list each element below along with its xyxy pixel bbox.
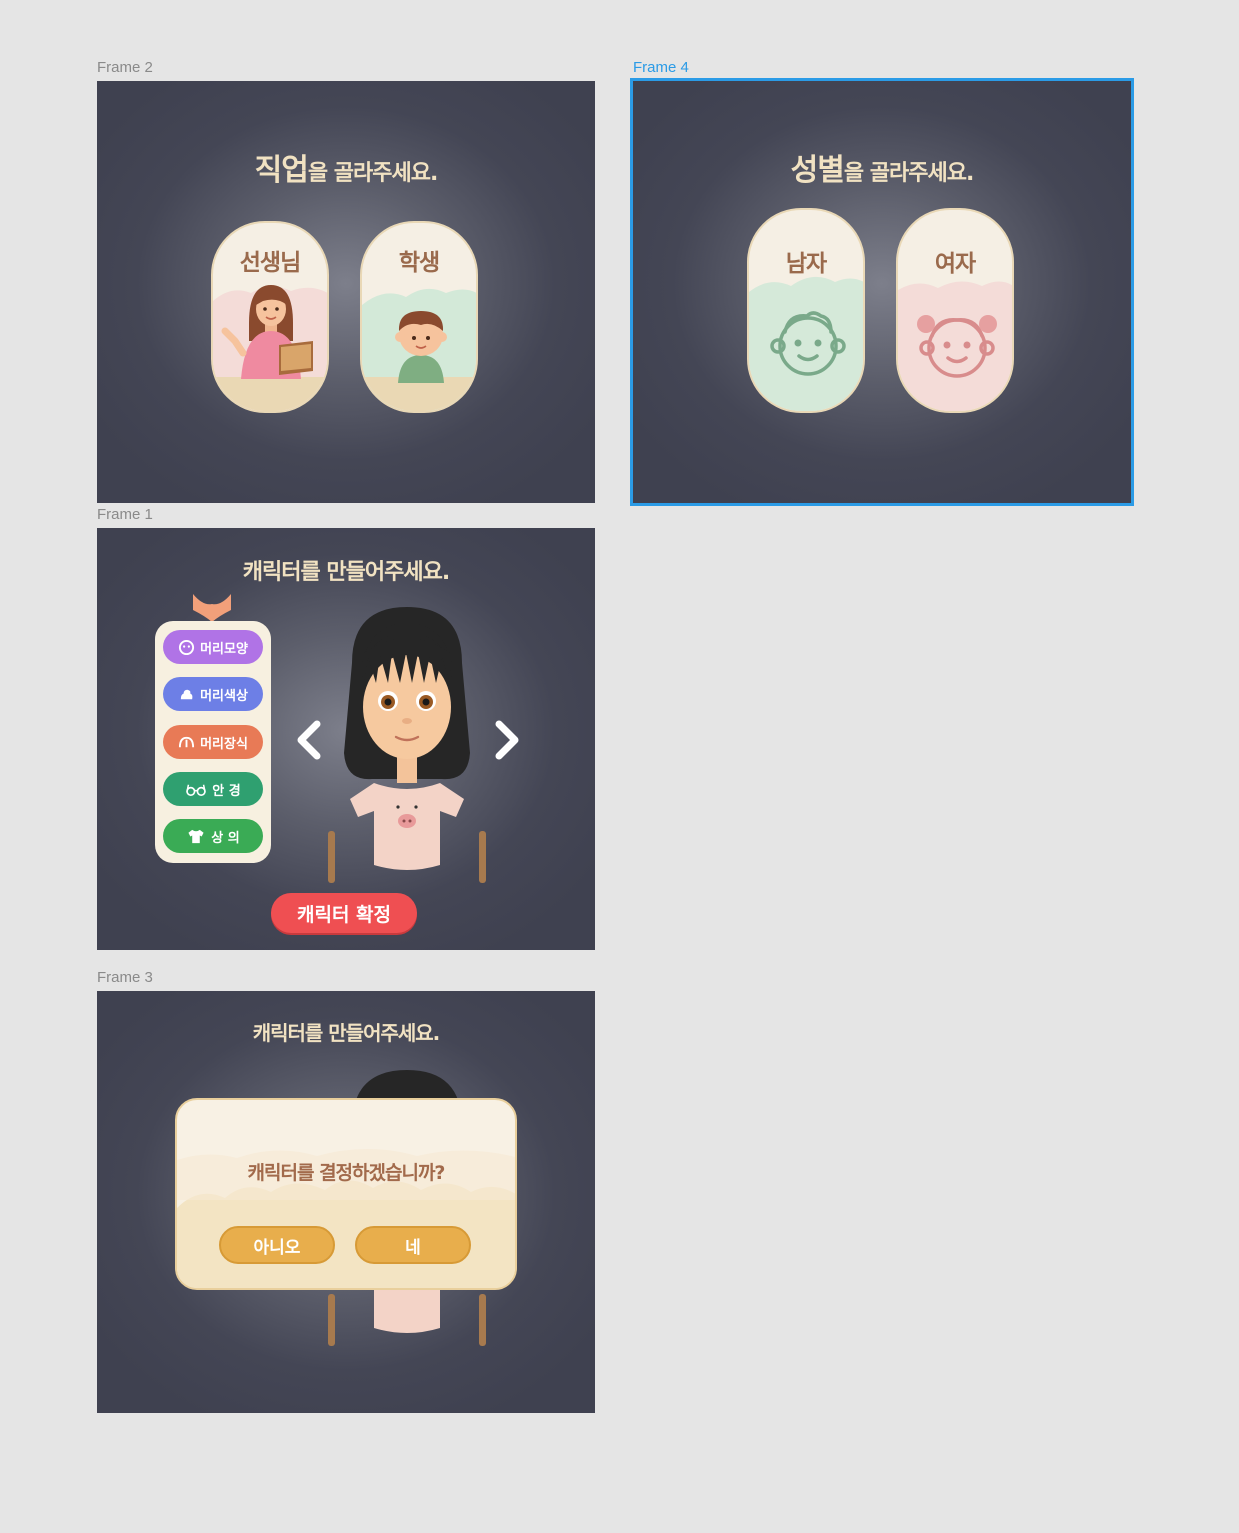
title-rest: 을 골라주세요. (843, 161, 974, 186)
hair-accessory-icon (179, 736, 195, 747)
menu-item-label: 안 경 (212, 783, 241, 799)
male-card[interactable]: 남자 (747, 208, 865, 413)
teacher-label: 선생님 (239, 250, 301, 276)
confirm-character-button[interactable]: 캐릭터 확정 (271, 893, 417, 933)
dialog-message: 캐릭터를 결정하겠습니까? (247, 1162, 446, 1184)
confirm-dialog-frame: 캐릭터를 만들어주세요. 캐릭터를 결정하겠습니까? 아니오 네 (97, 991, 595, 1413)
female-card[interactable]: 여자 (896, 208, 1014, 413)
menu-item-label: 머리모양 (200, 641, 248, 657)
page-title: 캐릭터를 만들어주세요. (242, 560, 450, 585)
ribbon-icon (193, 594, 231, 622)
customize-menu: 머리모양 머리색상 머리장식 안 경 상 의 (155, 621, 271, 863)
male-label: 남자 (785, 251, 827, 277)
female-label: 여자 (934, 251, 976, 277)
student-label: 학생 (398, 250, 440, 276)
frame-label: Frame 3 (97, 969, 153, 986)
confirm-dialog: 캐릭터를 결정하겠습니까? 아니오 네 (175, 1098, 517, 1290)
frame-label: Frame 4 (633, 59, 689, 76)
teacher-card[interactable]: 선생님 (211, 221, 329, 413)
menu-item-label: 상 의 (211, 830, 240, 846)
page-title: 직업을 골라주세요. (97, 145, 595, 189)
girl-face-icon (898, 281, 1012, 411)
hair-color-button[interactable]: 머리색상 (163, 677, 263, 711)
shirt-icon (188, 829, 204, 843)
character-create-frame: 캐릭터를 만들어주세요. 머리모양 머리색상 머리장식 안 경 상 의 캐릭터 … (97, 528, 595, 950)
chevron-left-icon[interactable] (293, 720, 323, 760)
title-emphasis: 직업 (254, 153, 309, 188)
boy-face-icon (749, 276, 863, 411)
hair-accessory-button[interactable]: 머리장식 (163, 725, 263, 759)
student-card[interactable]: 학생 (360, 221, 478, 413)
gender-select-frame: 성별을 골라주세요. 남자 여자 (630, 78, 1134, 506)
face-icon (179, 639, 195, 655)
glasses-button[interactable]: 안 경 (163, 772, 263, 806)
no-button[interactable]: 아니오 (219, 1226, 335, 1264)
job-select-frame: 직업을 골라주세요. 선생님 학생 (97, 81, 595, 503)
hair-style-button[interactable]: 머리모양 (163, 630, 263, 664)
page-title: 성별을 골라주세요. (633, 145, 1131, 189)
menu-item-label: 머리장식 (200, 736, 248, 752)
hair-color-icon (180, 689, 193, 699)
menu-item-label: 머리색상 (200, 688, 248, 704)
page-title: 캐릭터를 만들어주세요. (252, 1021, 441, 1045)
title-emphasis: 성별 (790, 153, 845, 188)
chevron-right-icon[interactable] (493, 720, 523, 760)
top-clothes-button[interactable]: 상 의 (163, 819, 263, 853)
character-avatar (328, 607, 486, 883)
yes-button[interactable]: 네 (355, 1226, 471, 1264)
title-rest: 을 골라주세요. (307, 161, 438, 186)
glasses-icon (186, 784, 207, 796)
frame-label: Frame 1 (97, 506, 153, 523)
frame-label: Frame 2 (97, 59, 153, 76)
